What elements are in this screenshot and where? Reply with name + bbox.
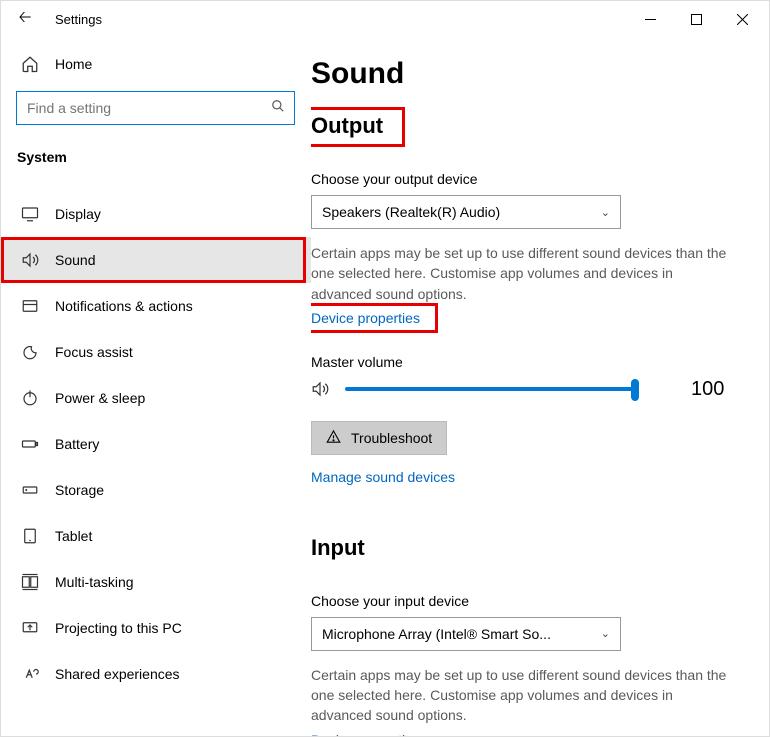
master-volume-slider[interactable] bbox=[345, 387, 635, 391]
nav-label: Multi-tasking bbox=[55, 574, 134, 590]
nav-label: Tablet bbox=[55, 528, 92, 544]
nav-display[interactable]: Display bbox=[1, 191, 311, 237]
input-device-properties-link[interactable]: Device properties bbox=[311, 732, 420, 736]
sidebar: Home System Display Sound bbox=[1, 37, 311, 736]
slider-thumb[interactable] bbox=[631, 379, 639, 401]
projecting-icon bbox=[21, 619, 39, 637]
nav-shared[interactable]: Shared experiences bbox=[1, 651, 311, 697]
nav-storage[interactable]: Storage bbox=[1, 467, 311, 513]
nav-label: Focus assist bbox=[55, 344, 133, 360]
chevron-down-icon: ⌄ bbox=[601, 627, 610, 640]
page-title: Sound bbox=[311, 57, 759, 91]
output-heading: Output bbox=[311, 113, 383, 139]
nav-label: Power & sleep bbox=[55, 390, 145, 406]
input-device-label: Choose your input device bbox=[311, 593, 759, 609]
maximize-button[interactable] bbox=[673, 3, 719, 35]
main-panel: Sound Output Choose your output device S… bbox=[311, 37, 769, 736]
shared-icon bbox=[21, 665, 39, 683]
nav-sound[interactable]: Sound bbox=[1, 237, 311, 283]
tablet-icon bbox=[21, 527, 39, 545]
troubleshoot-button[interactable]: Troubleshoot bbox=[311, 421, 447, 455]
nav-battery[interactable]: Battery bbox=[1, 421, 311, 467]
nav-label: Storage bbox=[55, 482, 104, 498]
warning-icon bbox=[326, 429, 341, 447]
nav-projecting[interactable]: Projecting to this PC bbox=[1, 605, 311, 651]
input-heading: Input bbox=[311, 535, 365, 561]
display-icon bbox=[21, 205, 39, 223]
home-icon bbox=[21, 55, 39, 73]
home-link[interactable]: Home bbox=[1, 43, 311, 85]
nav-label: Notifications & actions bbox=[55, 298, 193, 314]
titlebar: 🡠 Settings bbox=[1, 1, 769, 37]
nav-notifications[interactable]: Notifications & actions bbox=[1, 283, 311, 329]
focus-icon bbox=[21, 343, 39, 361]
output-device-value: Speakers (Realtek(R) Audio) bbox=[322, 204, 500, 220]
output-device-combo[interactable]: Speakers (Realtek(R) Audio) ⌄ bbox=[311, 195, 621, 229]
nav-label: Display bbox=[55, 206, 101, 222]
output-desc: Certain apps may be set up to use differ… bbox=[311, 243, 731, 304]
input-device-combo[interactable]: Microphone Array (Intel® Smart So... ⌄ bbox=[311, 617, 621, 651]
volume-icon bbox=[311, 380, 329, 398]
nav-label: Projecting to this PC bbox=[55, 620, 182, 636]
window-title: Settings bbox=[45, 12, 102, 27]
close-button[interactable] bbox=[719, 3, 765, 35]
minimize-button[interactable] bbox=[627, 3, 673, 35]
multitasking-icon bbox=[21, 573, 39, 591]
input-desc: Certain apps may be set up to use differ… bbox=[311, 665, 731, 726]
battery-icon bbox=[21, 435, 39, 453]
nav-label: Sound bbox=[55, 252, 95, 268]
sound-icon bbox=[21, 251, 39, 269]
chevron-down-icon: ⌄ bbox=[601, 206, 610, 219]
power-icon bbox=[21, 389, 39, 407]
nav-label: Shared experiences bbox=[55, 666, 180, 682]
input-device-value: Microphone Array (Intel® Smart So... bbox=[322, 626, 551, 642]
back-button[interactable]: 🡠 bbox=[5, 6, 45, 33]
nav-focus-assist[interactable]: Focus assist bbox=[1, 329, 311, 375]
storage-icon bbox=[21, 481, 39, 499]
search-input[interactable] bbox=[16, 91, 295, 125]
output-device-label: Choose your output device bbox=[311, 171, 759, 187]
nav-label: Battery bbox=[55, 436, 99, 452]
nav-power[interactable]: Power & sleep bbox=[1, 375, 311, 421]
notifications-icon bbox=[21, 297, 39, 315]
troubleshoot-label: Troubleshoot bbox=[351, 430, 432, 446]
home-label: Home bbox=[55, 56, 92, 72]
manage-sound-devices-link[interactable]: Manage sound devices bbox=[311, 469, 455, 485]
category-label: System bbox=[1, 139, 311, 171]
master-volume-label: Master volume bbox=[311, 354, 759, 370]
master-volume-value: 100 bbox=[691, 378, 724, 401]
output-device-properties-link[interactable]: Device properties bbox=[311, 310, 420, 326]
nav-multitasking[interactable]: Multi-tasking bbox=[1, 559, 311, 605]
nav-tablet[interactable]: Tablet bbox=[1, 513, 311, 559]
